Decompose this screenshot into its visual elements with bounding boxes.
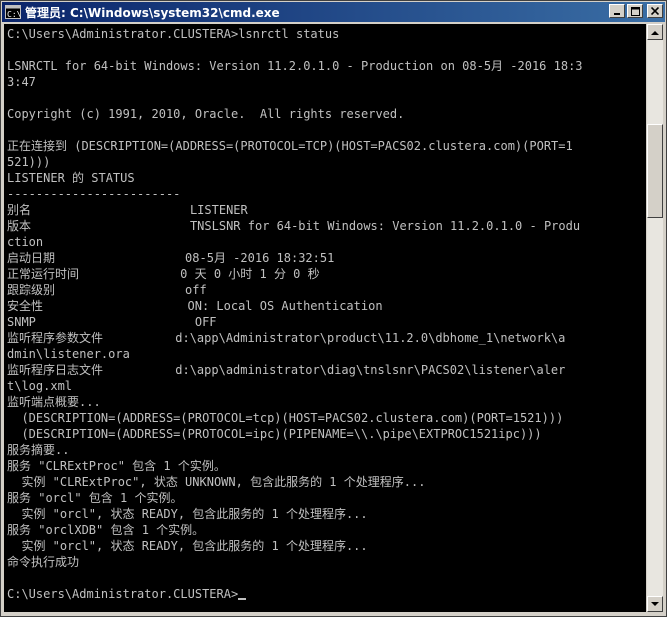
console-line: 服务摘要.. xyxy=(7,443,70,457)
console-line: 实例 "orcl", 状态 READY, 包含此服务的 1 个处理程序... xyxy=(7,539,368,553)
console-line: t\log.xml xyxy=(7,379,73,393)
minimize-button[interactable] xyxy=(609,4,625,18)
close-icon xyxy=(651,7,659,15)
console-line: 监听程序参数文件 d:\app\Administrator\product\11… xyxy=(7,331,566,345)
console-line: dmin\listener.ora xyxy=(7,347,130,361)
console-line: 实例 "orcl", 状态 READY, 包含此服务的 1 个处理程序... xyxy=(7,507,368,521)
console-line: 正在连接到 (DESCRIPTION=(ADDRESS=(PROTOCOL=TC… xyxy=(7,139,573,153)
console-line: (DESCRIPTION=(ADDRESS=(PROTOCOL=tcp)(HOS… xyxy=(7,411,564,425)
maximize-button[interactable] xyxy=(627,4,643,18)
scroll-down-button[interactable] xyxy=(647,596,663,612)
console-line: C:\Users\Administrator.CLUSTERA>lsnrctl … xyxy=(7,27,340,41)
console-line: (DESCRIPTION=(ADDRESS=(PROTOCOL=ipc)(PIP… xyxy=(7,427,542,441)
minimize-icon xyxy=(614,13,620,15)
console-line: ction xyxy=(7,235,44,249)
console-line: SNMP OFF xyxy=(7,315,217,329)
console-line: 命令执行成功 xyxy=(7,555,80,569)
svg-text:C:\: C:\ xyxy=(7,10,21,19)
cmd-window: C:\ 管理员: C:\Windows\system32\cmd.exe C:\… xyxy=(0,0,667,617)
arrow-down-icon xyxy=(651,601,659,606)
window-title: 管理员: C:\Windows\system32\cmd.exe xyxy=(25,5,280,20)
scrollbar-thumb[interactable] xyxy=(647,124,663,218)
console-line: 版本 TNSLSNR for 64-bit Windows: Version 1… xyxy=(7,219,581,233)
console-line: Copyright (c) 1991, 2010, Oracle. All ri… xyxy=(7,107,405,121)
console-line: 服务 "CLRExtProc" 包含 1 个实例。 xyxy=(7,459,226,473)
console-line: 实例 "CLRExtProc", 状态 UNKNOWN, 包含此服务的 1 个处… xyxy=(7,475,426,489)
maximize-icon xyxy=(630,6,640,16)
window-controls xyxy=(609,4,663,18)
console-line: 监听程序日志文件 d:\app\administrator\diag\tnsls… xyxy=(7,363,566,377)
arrow-up-icon xyxy=(651,30,659,35)
console-line: LISTENER 的 STATUS xyxy=(7,171,135,185)
console-line: C:\Users\Administrator.CLUSTERA> xyxy=(7,586,646,602)
scroll-up-button[interactable] xyxy=(647,24,663,40)
console-line: 安全性 ON: Local OS Authentication xyxy=(7,299,383,313)
close-button[interactable] xyxy=(647,4,663,18)
console-line: 监听端点概要... xyxy=(7,395,101,409)
title-bar[interactable]: C:\ 管理员: C:\Windows\system32\cmd.exe xyxy=(2,2,665,22)
console-line: 别名 LISTENER xyxy=(7,203,248,217)
console-text: C:\Users\Administrator.CLUSTERA>lsnrctl … xyxy=(4,24,646,602)
console-icon: C:\ xyxy=(5,5,21,19)
console-line: 服务 "orclXDB" 包含 1 个实例。 xyxy=(7,523,205,537)
vertical-scrollbar[interactable] xyxy=(647,24,663,612)
console-line: 跟踪级别 off xyxy=(7,283,207,297)
console-line: 启动日期 08-5月 -2016 18:32:51 xyxy=(7,251,335,265)
console-line: LSNRCTL for 64-bit Windows: Version 11.2… xyxy=(7,59,583,73)
console-line: 正常运行时间 0 天 0 小时 1 分 0 秒 xyxy=(7,267,320,281)
text-cursor xyxy=(238,598,247,600)
console-line: 521))) xyxy=(7,155,51,169)
console-output[interactable]: C:\Users\Administrator.CLUSTERA>lsnrctl … xyxy=(4,24,646,612)
console-line: 服务 "orcl" 包含 1 个实例。 xyxy=(7,491,183,505)
console-line: ------------------------ xyxy=(7,187,181,201)
console-line: 3:47 xyxy=(7,75,36,89)
